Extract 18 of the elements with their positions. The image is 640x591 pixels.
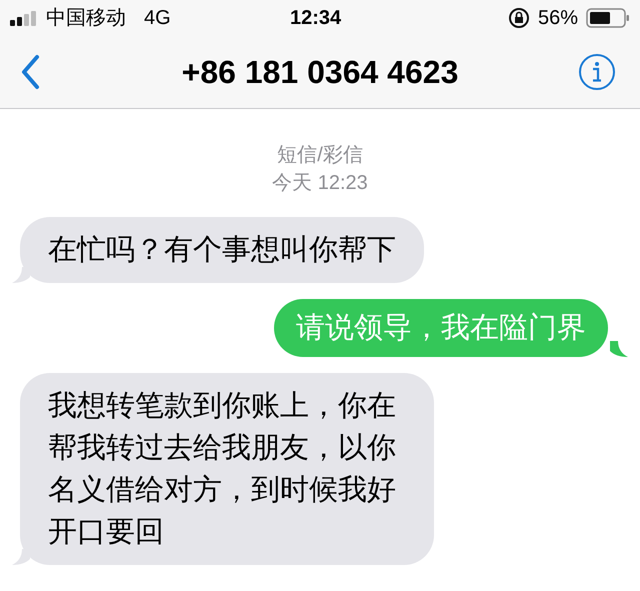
message-bubble: 我想转笔款到你账上，你在帮我转过去给我朋友，以你名义借给对方，到时候我好开口要回 <box>20 373 434 565</box>
battery-percent: 56% <box>538 6 578 31</box>
message-bubble: 在忙吗？有个事想叫你帮下 <box>20 217 424 283</box>
back-chevron-icon <box>20 54 40 90</box>
bubble-tail-icon <box>610 341 628 357</box>
bubble-tail-icon <box>12 549 30 565</box>
carrier-name: 中国移动 <box>46 6 126 31</box>
info-icon <box>578 53 616 91</box>
contact-number: +86 181 0364 4623 <box>182 53 458 92</box>
message-bubble: 请说领导，我在隘门界 <box>274 299 608 357</box>
bubble-tail-icon <box>12 267 30 283</box>
network-type: 4G <box>144 6 171 31</box>
clock-time: 12:34 <box>290 6 342 31</box>
battery-icon <box>586 8 630 28</box>
message-service-label: 短信/彩信 <box>277 143 363 168</box>
message-timestamp: 今天 12:23 <box>272 171 368 196</box>
orientation-lock-icon <box>508 7 530 29</box>
info-button[interactable] <box>578 52 618 92</box>
